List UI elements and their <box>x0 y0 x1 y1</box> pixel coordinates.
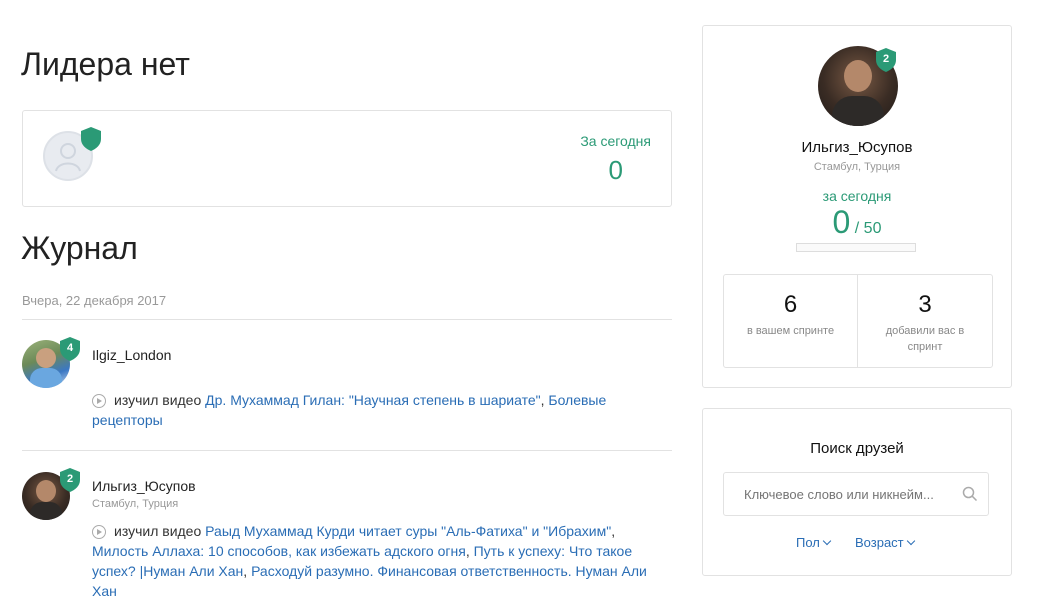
profile-today-label: за сегодня <box>822 188 892 204</box>
gender-filter-label: Пол <box>796 535 820 550</box>
age-filter-dropdown[interactable]: Возраст <box>855 535 915 550</box>
friend-search-card: Поиск друзей Пол Возраст <box>702 408 1012 576</box>
search-icon[interactable] <box>962 486 978 502</box>
gender-filter-dropdown[interactable]: Пол <box>796 535 832 550</box>
leader-card: За сегодня 0 <box>22 110 672 207</box>
user-name-link[interactable]: Ильгиз_Юсупов <box>92 478 196 494</box>
profile-today-goal: / 50 <box>854 220 882 237</box>
activity-text: изучил видео Др. Мухаммад Гилан: "Научна… <box>92 392 607 428</box>
divider <box>22 319 672 320</box>
progress-bar <box>796 243 916 252</box>
stat-label: в вашем спринте <box>746 325 835 337</box>
search-box <box>723 472 989 516</box>
chevron-down-icon <box>906 536 915 546</box>
stat-sprint[interactable]: 6 в вашем спринте <box>724 275 858 367</box>
search-input[interactable] <box>724 473 954 515</box>
stat-value: 6 <box>783 291 798 318</box>
play-circle-icon <box>92 394 106 408</box>
video-link[interactable]: Раыд Мухаммад Курди читает суры "Аль-Фат… <box>205 523 611 539</box>
profile-today-score: 0 / 50 <box>703 204 1011 241</box>
stat-label: добавили вас в спринт <box>885 325 965 353</box>
leader-title: Лидера нет <box>21 46 190 82</box>
profile-level-badge: 2 <box>882 53 890 65</box>
profile-name[interactable]: Ильгиз_Юсупов <box>703 139 1011 156</box>
user-location: Стамбул, Турция <box>92 498 179 510</box>
profile-location: Стамбул, Турция <box>813 161 901 173</box>
age-filter-label: Возраст <box>855 535 904 550</box>
activity-text: изучил видео Раыд Мухаммад Курди читает … <box>92 523 647 599</box>
sprint-stats: 6 в вашем спринте 3 добавили вас в сприн… <box>723 274 993 368</box>
video-link[interactable]: Др. Мухаммад Гилан: "Научная степень в ш… <box>205 392 540 408</box>
chevron-down-icon <box>822 536 832 546</box>
journal-date: Вчера, 22 декабря 2017 <box>22 293 167 308</box>
level-badge: 2 <box>66 473 74 485</box>
level-badge: 4 <box>66 342 74 354</box>
play-circle-icon <box>92 525 106 539</box>
divider <box>22 450 672 451</box>
stat-value: 3 <box>918 291 932 318</box>
profile-today-value: 0 <box>832 204 851 240</box>
leader-today-label: За сегодня <box>580 133 651 149</box>
user-name-link[interactable]: Ilgiz_London <box>92 347 171 363</box>
leader-today-value: 0 <box>608 155 623 185</box>
activity-action: изучил видео <box>114 523 202 539</box>
stat-added-you[interactable]: 3 добавили вас в спринт <box>858 275 992 367</box>
journal-title: Журнал <box>21 230 138 266</box>
activity-action: изучил видео <box>114 392 202 408</box>
shield-badge-icon <box>81 127 101 151</box>
profile-card: 2 Ильгиз_Юсупов Стамбул, Турция за сегод… <box>702 25 1012 388</box>
video-link[interactable]: Милость Аллаха: 10 способов, как избежат… <box>92 543 466 559</box>
friend-search-title: Поиск друзей <box>810 440 904 457</box>
